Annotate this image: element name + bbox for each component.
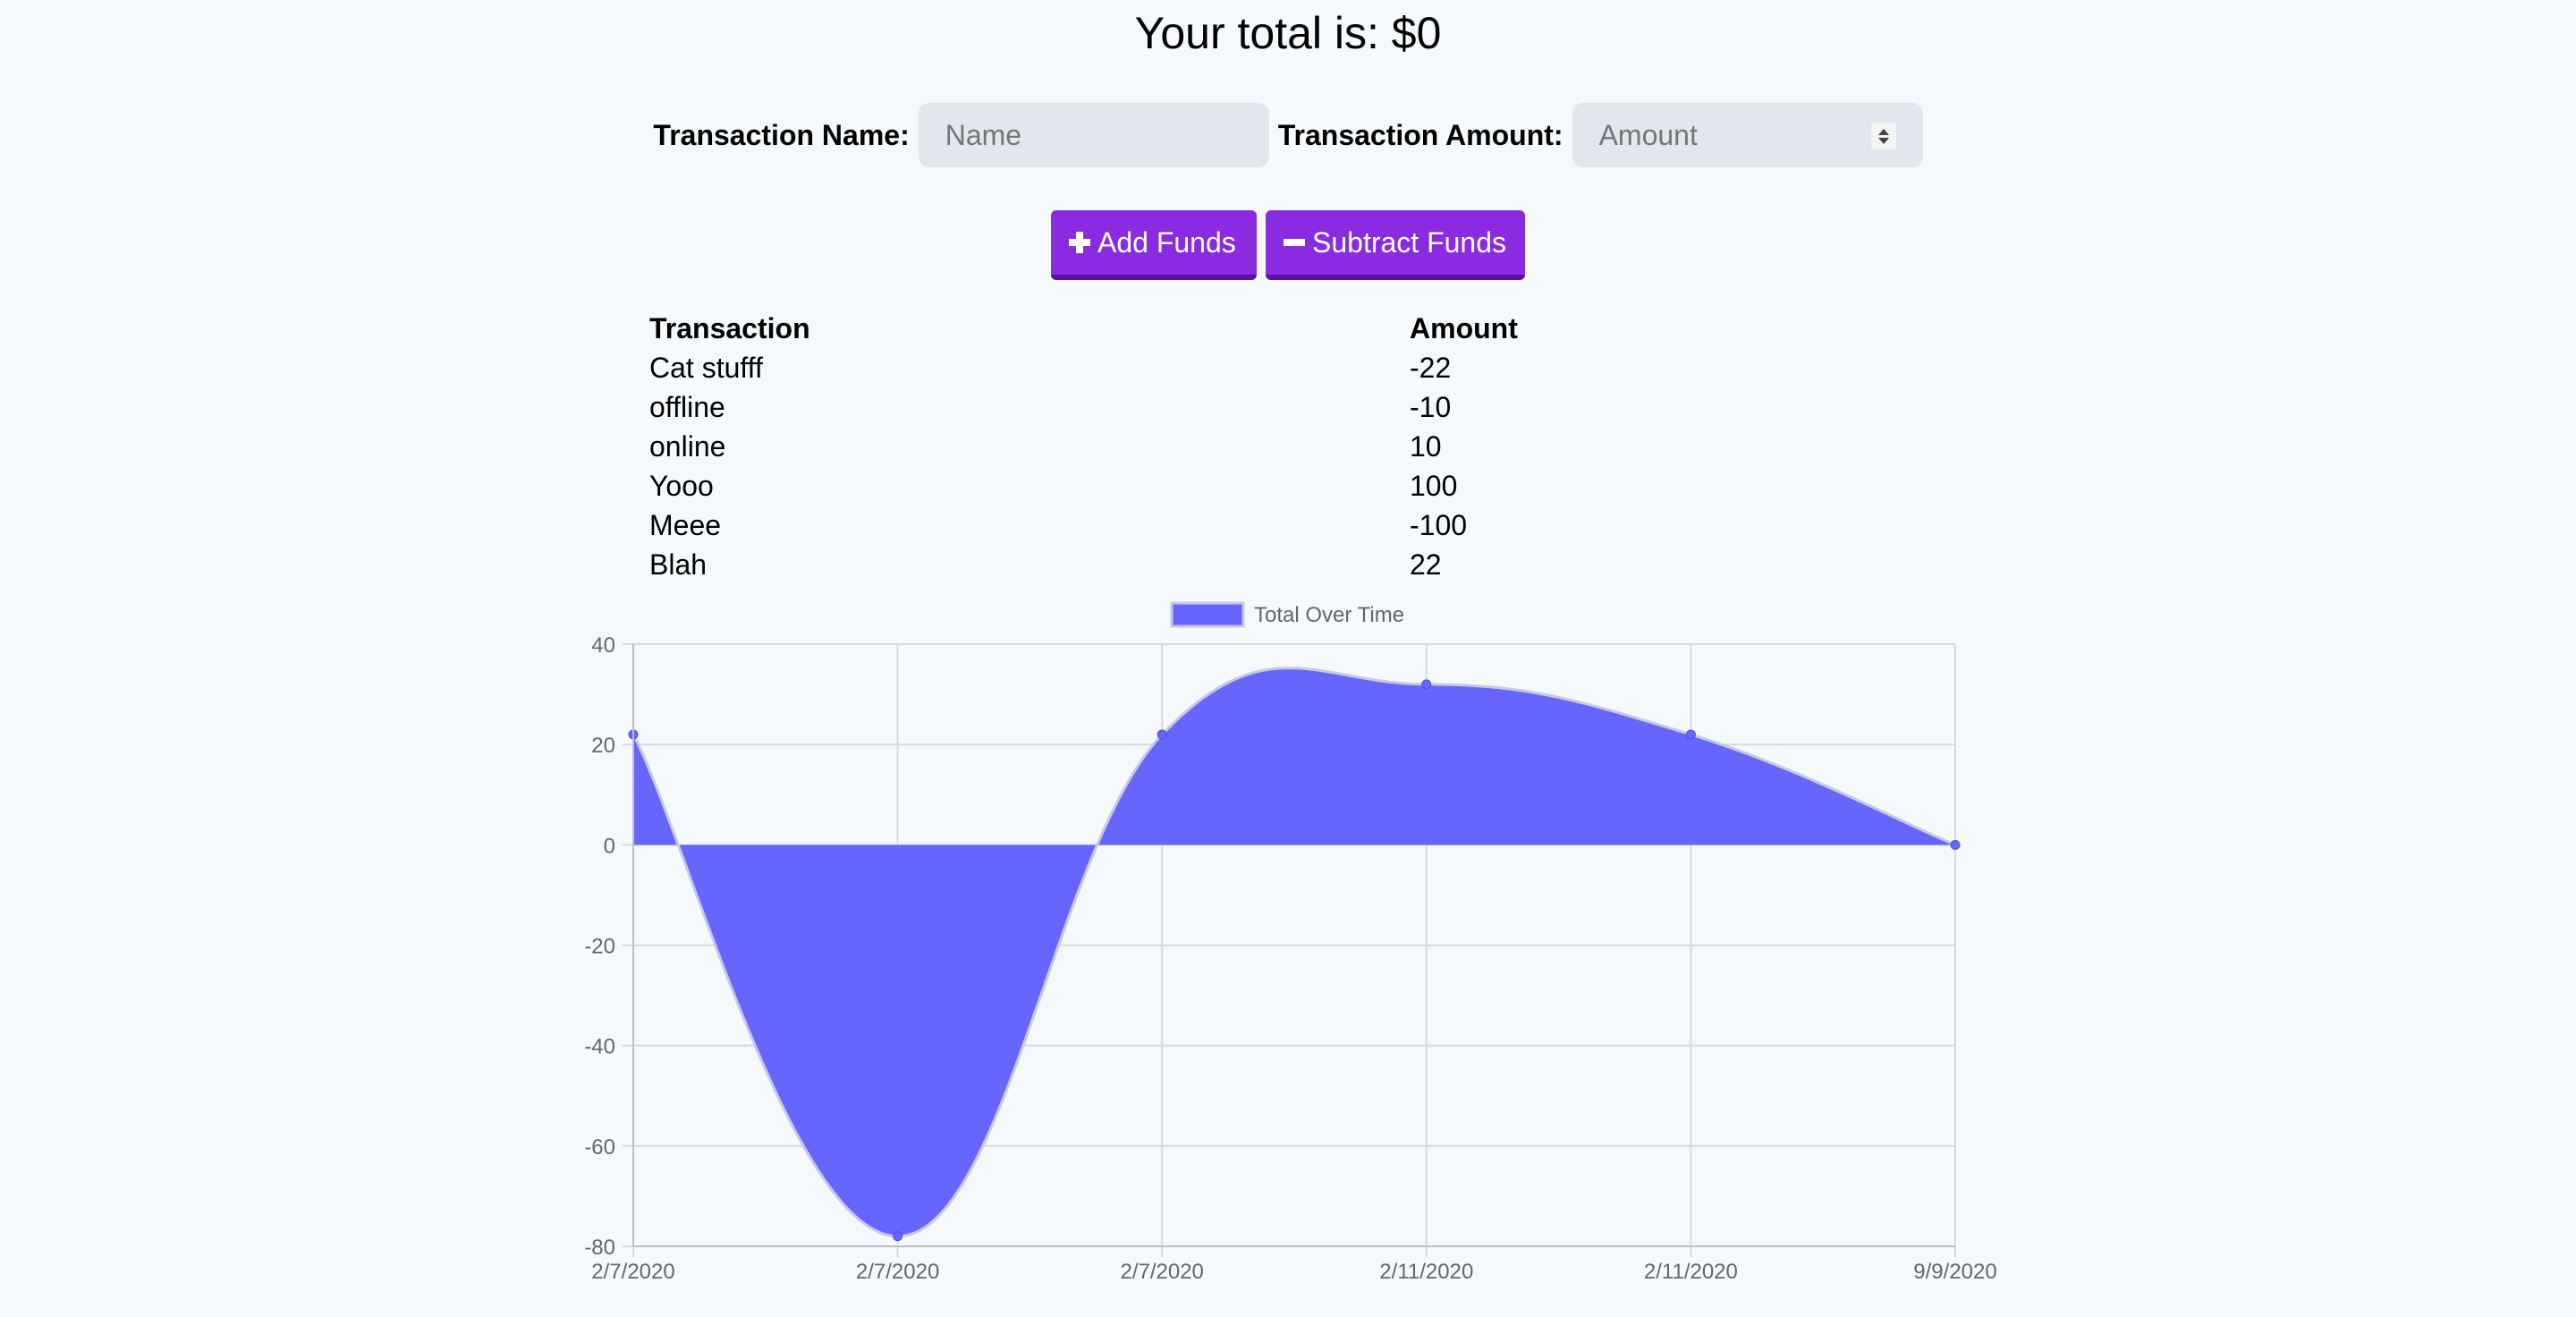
transaction-amount-input[interactable]	[1598, 118, 1896, 152]
x-tick-label: 2/7/2020	[591, 1260, 674, 1284]
transaction-name-cell: offline	[649, 391, 725, 423]
data-point	[1421, 679, 1432, 690]
x-tick-label: 2/7/2020	[856, 1260, 939, 1284]
add-funds-button[interactable]: Add Funds	[1051, 210, 1257, 280]
x-tick-label: 2/11/2020	[1644, 1260, 1738, 1284]
data-point	[893, 1231, 903, 1242]
transaction-name-cell: online	[649, 430, 726, 463]
transaction-amount-cell: -22	[1410, 352, 1452, 384]
transaction-name-field[interactable]	[918, 103, 1269, 167]
x-tick-label: 9/9/2020	[1913, 1260, 1996, 1284]
transactions-table: Transaction Amount Cat stufff -22 offlin…	[649, 309, 1518, 584]
subtract-funds-button[interactable]: Subtract Funds	[1266, 210, 1525, 280]
budget-page: Your total is: $0 Transaction Name: Tran…	[0, 0, 2576, 1317]
transaction-name-label: Transaction Name:	[653, 119, 910, 151]
transaction-amount-cell: -10	[1410, 391, 1452, 423]
transaction-name-cell: Cat stufff	[649, 352, 763, 384]
transaction-name-input[interactable]	[945, 118, 1242, 152]
total-heading: Your total is: $0	[1134, 8, 1442, 58]
transaction-name-cell: Blah	[649, 548, 708, 581]
button-row: Add Funds Subtract Funds	[0, 210, 2576, 280]
x-tick-label: 2/7/2020	[1120, 1260, 1203, 1284]
y-tick-label: 40	[591, 633, 615, 658]
y-tick-label: -40	[584, 1035, 615, 1059]
column-header-transaction: Transaction	[649, 312, 810, 344]
total-over-time-chart: 40200-20-40-60-802/7/2020 2/7/2020 2/7/202…	[584, 601, 1997, 1284]
data-point	[1157, 729, 1167, 740]
add-funds-label: Add Funds	[1097, 225, 1236, 259]
transaction-amount-cell: 10	[1410, 430, 1442, 463]
y-tick-label: -80	[584, 1236, 615, 1260]
series-area	[633, 667, 1955, 1236]
transaction-amount-label: Transaction Amount:	[1277, 119, 1563, 151]
table-row: online 10	[649, 427, 1518, 466]
table-row: Yooo 100	[649, 466, 1518, 506]
data-point	[1685, 729, 1696, 740]
plus-icon	[1069, 232, 1090, 253]
table-row: offline -10	[649, 387, 1518, 427]
transaction-form: Transaction Name: Transaction Amount:	[0, 103, 2576, 167]
table-row: Meee -100	[649, 506, 1518, 545]
stepper-up-icon[interactable]	[1877, 128, 1889, 135]
transaction-amount-cell: 100	[1410, 470, 1458, 502]
y-tick-label: 20	[591, 734, 615, 758]
transaction-name-cell: Yooo	[649, 470, 714, 502]
stepper-down-icon[interactable]	[1877, 137, 1889, 144]
table-row: Cat stufff -22	[649, 348, 1518, 387]
data-point	[1950, 839, 1961, 850]
table-header-row: Transaction Amount	[649, 309, 1518, 348]
y-tick-label: -60	[584, 1135, 615, 1160]
minus-icon	[1284, 239, 1305, 246]
transaction-amount-cell: -100	[1410, 509, 1468, 541]
legend-label: Total Over Time	[1254, 603, 1404, 627]
y-tick-label: 0	[604, 834, 615, 858]
subtract-funds-label: Subtract Funds	[1312, 225, 1506, 259]
y-tick-label: -20	[584, 935, 615, 959]
x-tick-label: 2/11/2020	[1379, 1260, 1473, 1284]
amount-stepper[interactable]	[1870, 123, 1896, 149]
transaction-amount-cell: 22	[1410, 548, 1442, 581]
table-row: Blah 22	[649, 545, 1518, 584]
transaction-amount-field[interactable]	[1572, 103, 1923, 167]
transaction-name-cell: Meee	[649, 509, 722, 541]
legend-swatch	[1170, 601, 1245, 628]
column-header-amount: Amount	[1410, 312, 1518, 344]
